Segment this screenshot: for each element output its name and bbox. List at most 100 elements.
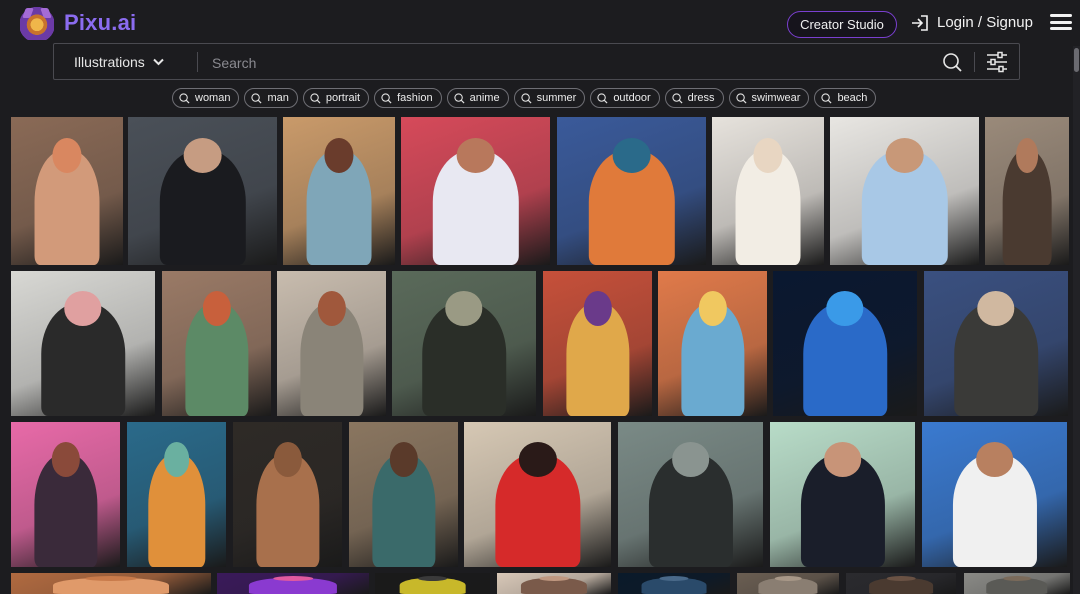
- image-subject-head: [612, 137, 651, 174]
- gallery-image[interactable]: [557, 117, 706, 265]
- image-subject-head: [583, 291, 612, 327]
- search-divider: [197, 52, 198, 72]
- tag-chip[interactable]: dress: [664, 88, 724, 108]
- gallery-image[interactable]: [618, 422, 763, 567]
- image-subject-head: [163, 442, 190, 478]
- image-subject-head: [659, 575, 689, 581]
- image-subject-head: [64, 291, 102, 327]
- logo-icon: [20, 6, 54, 40]
- tag-label: man: [267, 92, 289, 104]
- image-subject-head: [52, 137, 82, 174]
- tag-chip[interactable]: summer: [513, 88, 586, 108]
- tag-label: portrait: [325, 92, 361, 104]
- tag-chip[interactable]: woman: [172, 88, 240, 108]
- tag-label: swimwear: [751, 92, 801, 104]
- image-subject-head: [1003, 575, 1031, 581]
- image-subject-head: [975, 442, 1014, 478]
- gallery-image[interactable]: [830, 117, 979, 265]
- tag-chip[interactable]: man: [244, 88, 298, 108]
- gallery-image[interactable]: [392, 271, 536, 416]
- tag-label: beach: [837, 92, 868, 104]
- image-subject-head: [671, 442, 710, 478]
- image-subject-head: [202, 291, 231, 327]
- tag-chip[interactable]: fashion: [374, 88, 442, 108]
- tag-chip[interactable]: anime: [446, 88, 509, 108]
- gallery-image[interactable]: [127, 422, 226, 567]
- hamburger-menu-icon[interactable]: [1050, 14, 1072, 30]
- search-icon: [381, 92, 392, 104]
- image-subject-head: [977, 291, 1015, 327]
- image-subject-head: [183, 137, 222, 174]
- search-icon: [821, 92, 832, 104]
- search-icon: [310, 92, 321, 104]
- tag-chip[interactable]: portrait: [302, 88, 370, 108]
- gallery-image[interactable]: [712, 117, 824, 265]
- tag-chip[interactable]: beach: [814, 88, 877, 108]
- gallery-image[interactable]: [11, 573, 211, 594]
- login-label: Login / Signup: [937, 14, 1033, 31]
- tag-label: summer: [536, 92, 577, 104]
- image-subject-head: [885, 137, 924, 174]
- image-subject-head: [445, 291, 483, 327]
- gallery-image[interactable]: [770, 422, 915, 567]
- gallery-image[interactable]: [924, 271, 1068, 416]
- image-subject-head: [273, 575, 313, 581]
- search-icon[interactable]: [942, 52, 962, 72]
- gallery-image[interactable]: [658, 271, 767, 416]
- gallery-image[interactable]: [846, 573, 956, 594]
- tag-chip[interactable]: outdoor: [590, 88, 660, 108]
- gallery-image[interactable]: [375, 573, 490, 594]
- gallery-image[interactable]: [349, 422, 458, 567]
- creator-studio-button[interactable]: Creator Studio: [787, 11, 897, 38]
- image-subject-head: [518, 442, 557, 478]
- tag-label: woman: [195, 92, 231, 104]
- gallery-image[interactable]: [128, 117, 277, 265]
- category-label: Illustrations: [74, 53, 145, 70]
- image-subject-head: [51, 442, 80, 478]
- category-dropdown[interactable]: Illustrations: [74, 44, 164, 79]
- image-subject-head: [886, 575, 916, 581]
- gallery-image[interactable]: [217, 573, 369, 594]
- top-bar: Pixu.ai Creator Studio Login / Signup: [0, 0, 1080, 46]
- image-subject-head: [317, 291, 346, 327]
- search-icon: [735, 92, 747, 104]
- image-subject-head: [698, 291, 727, 327]
- scrollbar-thumb[interactable]: [1074, 48, 1079, 72]
- gallery-image[interactable]: [464, 422, 611, 567]
- gallery-image[interactable]: [11, 271, 155, 416]
- tag-chip[interactable]: swimwear: [728, 88, 810, 108]
- search-icon: [251, 92, 262, 104]
- gallery-image[interactable]: [233, 422, 342, 567]
- gallery-image[interactable]: [922, 422, 1067, 567]
- gallery-image[interactable]: [401, 117, 550, 265]
- search-divider-2: [974, 52, 975, 72]
- gallery-image[interactable]: [543, 271, 652, 416]
- login-signup-button[interactable]: Login / Signup: [911, 14, 1033, 31]
- scrollbar[interactable]: [1073, 46, 1080, 594]
- gallery-image[interactable]: [11, 422, 120, 567]
- gallery-image[interactable]: [11, 117, 123, 265]
- image-subject-head: [417, 575, 448, 581]
- brand-logo[interactable]: Pixu.ai: [20, 6, 136, 40]
- search-input[interactable]: [210, 45, 934, 80]
- gallery-image[interactable]: [964, 573, 1070, 594]
- gallery-image[interactable]: [277, 271, 386, 416]
- gallery-image[interactable]: [283, 117, 395, 265]
- filter-sliders-icon[interactable]: [986, 51, 1008, 73]
- gallery-image[interactable]: [618, 573, 730, 594]
- image-subject-head: [774, 575, 802, 581]
- brand-name: Pixu.ai: [64, 10, 137, 35]
- image-subject-head: [539, 575, 569, 581]
- gallery-image[interactable]: [162, 271, 271, 416]
- search-icon: [597, 92, 608, 104]
- gallery-image[interactable]: [497, 573, 611, 594]
- suggested-tags: woman man portrait fashion anime summer outdoo…: [172, 88, 877, 108]
- gallery-image[interactable]: [737, 573, 839, 594]
- login-icon: [912, 14, 928, 31]
- image-subject-head: [273, 442, 302, 478]
- image-subject-head: [753, 137, 783, 174]
- gallery-image[interactable]: [773, 271, 917, 416]
- gallery-image[interactable]: [985, 117, 1069, 265]
- image-subject-head: [826, 291, 864, 327]
- image-subject-head: [823, 442, 862, 478]
